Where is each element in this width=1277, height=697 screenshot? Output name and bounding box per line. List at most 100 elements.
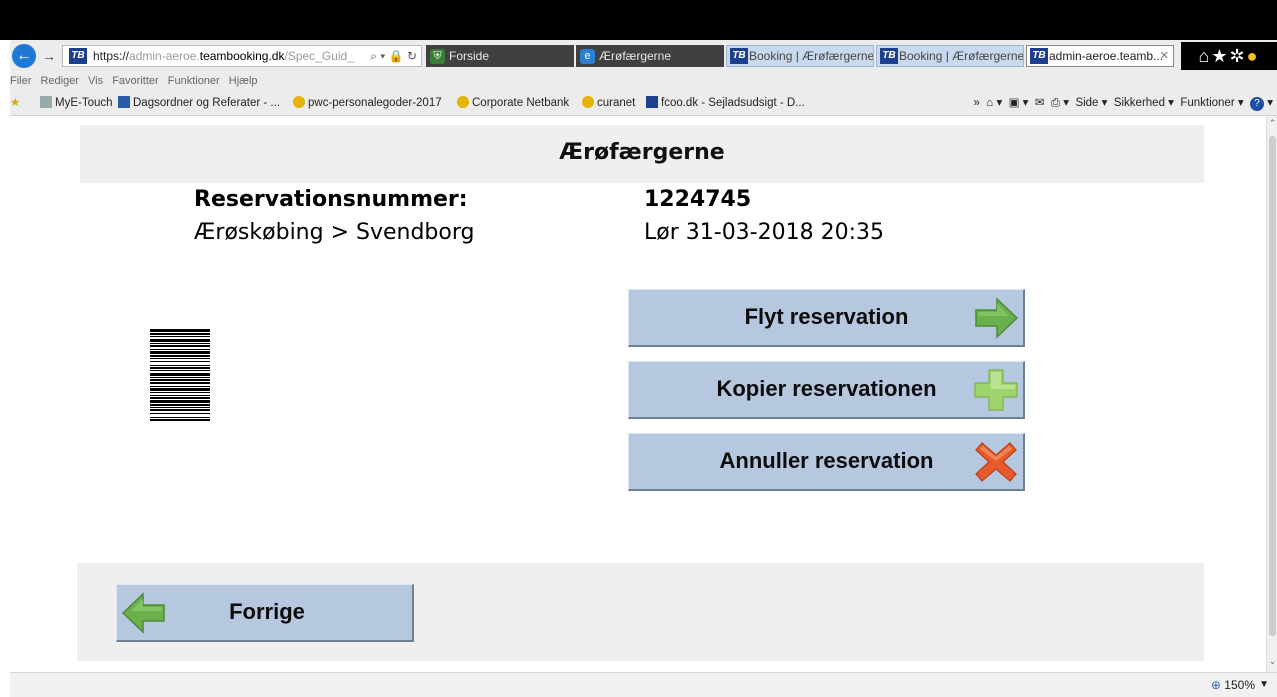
command-side[interactable]: Side: [1075, 97, 1098, 109]
barcode-bar: [150, 377, 210, 378]
page-title: Ærøfærgerne: [559, 140, 725, 165]
barcode-bar: [150, 382, 210, 384]
barcode-bar: [150, 407, 210, 408]
tab-row: ← → TB https://admin-aeroe.teambooking.d…: [10, 42, 1277, 70]
fcoo-icon: [646, 96, 658, 108]
help-icon[interactable]: ?: [1250, 97, 1265, 111]
copy-reservation-button[interactable]: Kopier reservationen: [628, 361, 1025, 419]
zoom-value: 150%: [1224, 678, 1255, 692]
favorite-mye-touch[interactable]: MyE-Touch: [40, 92, 113, 114]
barcode-bar: [150, 409, 210, 411]
reservation-number: 1224745: [644, 187, 752, 212]
teambooking-logo-icon: TB: [1030, 48, 1048, 64]
plus-icon: [974, 369, 1018, 411]
barcode-bar: [150, 361, 210, 362]
address-tools[interactable]: ⌕ ▾ 🔒 ↻: [366, 46, 421, 66]
reservation-number-label: Reservationsnummer:: [194, 187, 468, 212]
barcode-bar: [150, 404, 210, 406]
barcode-bar: [150, 392, 210, 393]
status-bar: ⊕ 150% ▼: [10, 672, 1277, 697]
favorite-pwc[interactable]: pwc-personalegoder-2017: [293, 92, 442, 114]
favorite-curanet[interactable]: curanet: [582, 92, 635, 114]
cancel-reservation-button[interactable]: Annuller reservation: [628, 433, 1025, 491]
tab-forside[interactable]: ⛨ Forside: [426, 45, 574, 67]
barcode-bar: [150, 379, 210, 381]
forward-nav-button[interactable]: →: [40, 46, 58, 66]
barcode-bar: [150, 419, 210, 421]
scroll-up-icon[interactable]: ⌃: [1268, 118, 1277, 132]
gear-icon[interactable]: ✲: [1230, 46, 1247, 66]
tab-aeroefaergerne[interactable]: e Ærøfærgerne: [576, 45, 724, 67]
address-path: /Spec_Guid_: [284, 49, 354, 63]
barcode-bar: [150, 339, 210, 342]
rss-icon[interactable]: ▣: [1009, 97, 1020, 109]
shield-icon: [118, 96, 130, 108]
menu-item-favoritter[interactable]: Favoritter: [112, 75, 158, 87]
barcode-bar: [150, 388, 210, 391]
x-icon: [975, 442, 1017, 482]
favorites-star-icon[interactable]: ★: [10, 92, 20, 114]
barcode-bar: [150, 333, 210, 335]
teambooking-logo-icon: TB: [880, 48, 898, 64]
scrollbar-thumb[interactable]: [1269, 136, 1276, 636]
menu-bar: Filer Rediger Vis Favoritter Funktioner …: [10, 72, 264, 90]
command-bar: » ⌂ ▾ ▣ ▾ ✉ ⎙ ▾ Side ▾ Sikkerhed ▾ Funkt…: [973, 97, 1273, 111]
address-bar[interactable]: TB https://admin-aeroe.teambooking.dk/Sp…: [62, 45, 422, 67]
tab-booking-2[interactable]: TB Booking | Ærøfærgerne: [876, 45, 1024, 67]
scroll-down-icon[interactable]: ⌄: [1268, 656, 1277, 670]
mail-icon[interactable]: ✉: [1035, 97, 1045, 109]
favorite-label: fcoo.dk - Sejladsudsigt - D...: [661, 97, 805, 109]
menu-item-funktioner[interactable]: Funktioner: [168, 75, 220, 87]
previous-button[interactable]: Forrige: [116, 584, 414, 642]
barcode-bar: [150, 386, 210, 387]
window-top-band: [0, 0, 1277, 40]
smiley-icon[interactable]: ●: [1247, 46, 1260, 66]
favorite-dagsordner[interactable]: Dagsordner og Referater - ...: [118, 92, 280, 114]
barcode-bar: [150, 345, 210, 347]
browser-toolbar-icons: ⌂★✲●: [1181, 42, 1277, 70]
favorite-label: Dagsordner og Referater - ...: [133, 97, 281, 109]
menu-item-vis[interactable]: Vis: [88, 75, 103, 87]
barcode-bar: [150, 343, 210, 344]
site-favicon-icon: ⛨: [430, 49, 445, 64]
departure-datetime: Lør 31-03-2018 20:35: [644, 220, 885, 245]
back-nav-button[interactable]: ←: [12, 44, 36, 68]
ie-page-icon: [457, 96, 469, 108]
favorite-corporate-netbank[interactable]: Corporate Netbank: [457, 92, 569, 114]
command-tools[interactable]: Funktioner: [1180, 97, 1234, 109]
zoom-level[interactable]: ⊕ 150%: [1211, 677, 1255, 693]
tab-close-icon[interactable]: ✕: [1160, 46, 1169, 66]
home-icon[interactable]: ⌂: [986, 97, 993, 109]
ie-page-icon: [582, 96, 594, 108]
barcode-bar: [150, 370, 210, 371]
ie-favicon-icon: e: [580, 49, 595, 64]
tab-booking-1[interactable]: TB Booking | Ærøfærgerne: [726, 45, 874, 67]
menu-item-filer[interactable]: Filer: [10, 75, 31, 87]
zoom-dropdown-icon[interactable]: ▼: [1259, 677, 1269, 693]
vertical-scrollbar[interactable]: ⌃ ⌄: [1266, 116, 1277, 672]
favorite-label: MyE-Touch: [55, 97, 113, 109]
chevron-more-icon[interactable]: »: [974, 97, 980, 109]
header-band: Ærøfærgerne: [80, 125, 1204, 183]
home-icon[interactable]: ⌂: [1199, 46, 1212, 66]
menu-item-hjaelp[interactable]: Hjælp: [229, 75, 258, 87]
link-icon: [40, 96, 52, 108]
barcode-bar: [150, 367, 210, 369]
barcode-bar: [150, 397, 210, 399]
teambooking-logo-icon: TB: [69, 48, 87, 64]
address-host: teambooking.dk: [199, 49, 285, 63]
address-scheme: https://: [93, 49, 130, 63]
address-host-sub: admin-aeroe.: [129, 49, 200, 63]
favorites-star-icon[interactable]: ★: [1211, 46, 1229, 66]
barcode-bar: [150, 358, 210, 359]
tab-label: Ærøfærgerne: [599, 49, 672, 63]
tab-label: Forside: [449, 49, 490, 63]
menu-item-rediger[interactable]: Rediger: [40, 75, 79, 87]
command-security[interactable]: Sikkerhed: [1114, 97, 1165, 109]
print-icon[interactable]: ⎙: [1051, 97, 1060, 109]
favorite-fcoo[interactable]: fcoo.dk - Sejladsudsigt - D...: [646, 92, 805, 114]
move-reservation-button[interactable]: Flyt reservation: [628, 289, 1025, 347]
tab-admin-active[interactable]: TB admin-aeroe.teamb... ✕: [1026, 45, 1174, 67]
barcode-bar: [150, 413, 210, 414]
barcode-bar: [150, 336, 210, 337]
